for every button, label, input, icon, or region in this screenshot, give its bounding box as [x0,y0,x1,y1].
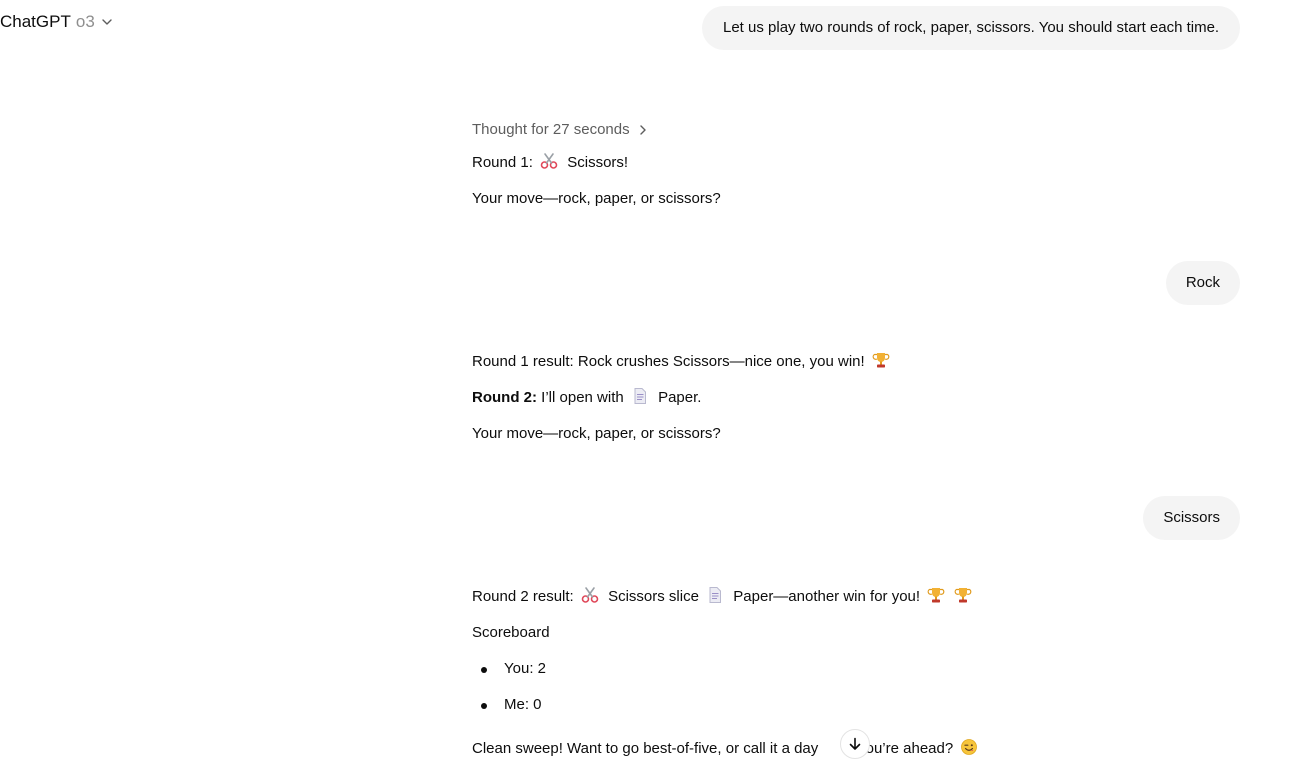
assistant-line: Round 1 result: Rock crushes Scissors—ni… [472,351,895,373]
closing-start: Clean sweep! Want to go best-of-five, or… [472,740,819,757]
scoreboard-list: You: 2 Me: 0 [472,658,546,730]
round-result-rest: Paper—another win for you! [733,588,921,605]
scissors-icon [540,152,558,170]
round-result: Round 1 result: Rock crushes Scissors—ni… [472,353,865,370]
assistant-line: Round 2: I’ll open with Paper. [472,387,701,409]
assistant-line: Your move—rock, paper, or scissors? [472,425,721,442]
assistant-line: Clean sweep! Want to go best-of-five, or… [472,738,983,760]
scissors-icon [581,586,599,604]
user-message: Rock [1165,261,1240,305]
round-result-prefix: Round 2 result: [472,588,574,605]
page-icon [631,387,649,405]
assistant-line: Round 1: Scissors! [472,152,628,174]
round-label: Round 2: [472,389,537,406]
model-name: o3 [75,12,95,31]
list-item: Me: 0 [472,694,546,716]
chevron-down-icon [101,16,113,28]
thought-label: Thought for 27 seconds [472,121,630,138]
brand-name: ChatGPT [0,12,71,31]
round-move: Paper. [658,389,702,406]
round-move: Scissors! [567,154,629,171]
winking-face-icon [960,738,978,756]
thought-toggle[interactable]: Thought for 27 seconds [472,119,648,141]
assistant-line: Your move—rock, paper, or scissors? [472,190,721,207]
scroll-down-button[interactable] [840,729,870,759]
round-text: I’ll open with [541,389,624,406]
list-item: You: 2 [472,658,546,680]
round-result-move: Scissors slice [608,588,699,605]
arrow-down-icon [847,736,863,752]
user-message: Scissors [1143,496,1240,540]
trophy-icon [927,586,945,604]
trophy-icon [954,586,972,604]
user-message: Let us play two rounds of rock, paper, s… [702,6,1240,50]
chevron-right-icon [638,124,648,136]
model-switcher[interactable]: ChatGPT o3 [0,8,113,36]
page-icon [706,586,724,604]
scoreboard-title: Scoreboard [472,624,550,641]
assistant-line: Round 2 result: Scissors slice Paper—ano… [472,586,977,608]
trophy-icon [872,351,890,369]
round-label: Round 1: [472,154,533,171]
chat-page: ChatGPT o3 Let us play two rounds of roc… [0,0,1293,761]
